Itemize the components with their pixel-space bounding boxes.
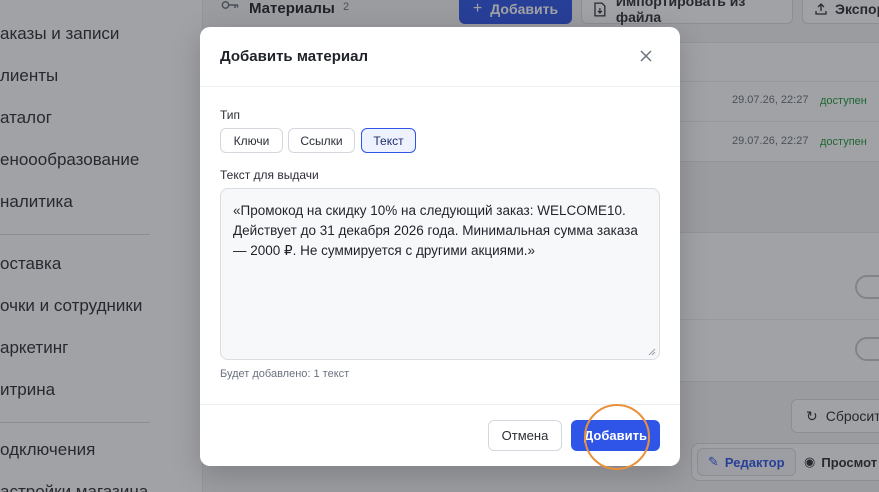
type-option-text[interactable]: Текст [361, 128, 416, 153]
issue-text-value: «Промокод на скидку 10% на следующий зак… [233, 203, 638, 258]
click-indicator [584, 404, 650, 470]
type-option-keys[interactable]: Ключи [220, 128, 283, 153]
close-button[interactable] [637, 47, 655, 65]
type-option-label: Ключи [233, 133, 270, 148]
type-option-links[interactable]: Ссылки [288, 128, 355, 153]
type-option-label: Текст [373, 133, 404, 148]
cancel-label: Отмена [501, 428, 549, 443]
cancel-button[interactable]: Отмена [488, 420, 562, 451]
add-material-dialog: Добавить материал Тип Ключи Ссылки Текст… [200, 27, 680, 470]
type-option-label: Ссылки [300, 133, 343, 148]
issue-text-input[interactable]: «Промокод на скидку 10% на следующий зак… [220, 188, 660, 360]
added-count-hint: Будет добавлено: 1 текст [220, 368, 350, 380]
close-icon [640, 50, 652, 62]
type-label: Тип [220, 108, 241, 122]
resize-handle-icon[interactable] [648, 348, 656, 356]
dialog-title: Добавить материал [220, 48, 369, 65]
dialog-header: Добавить материал [200, 27, 680, 87]
text-field-label: Текст для выдачи [220, 168, 319, 182]
